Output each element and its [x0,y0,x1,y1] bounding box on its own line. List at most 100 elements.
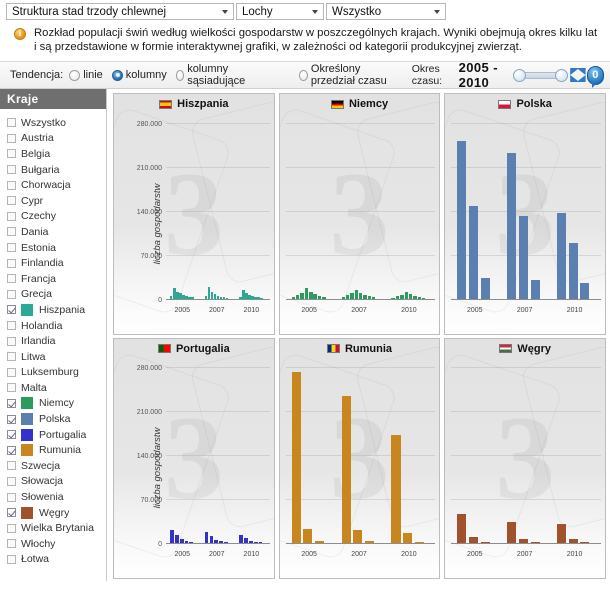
country-item-hiszpania[interactable]: Hiszpania [0,302,106,318]
bar[interactable] [189,542,194,543]
chart-panel-niemcy[interactable]: Niemcy 3 2005 2007 2010 [278,93,441,335]
country-item-wszystko[interactable]: Wszystko [0,115,106,131]
bar[interactable] [182,295,185,299]
bar[interactable] [210,292,214,299]
chart-panel-portugalia[interactable]: Portugalia 3 liczba gospodarstw 0 70.000 140.… [113,337,275,579]
bar[interactable] [184,541,189,543]
country-item-finlandia[interactable]: Finlandia [0,255,106,271]
bar[interactable] [303,529,313,543]
bar[interactable] [239,296,242,299]
radio-option-time-range[interactable]: Określony przedział czasu [299,63,402,87]
country-item-słowacja[interactable]: Słowacja [0,474,106,490]
bar[interactable] [260,297,263,299]
bar[interactable] [248,294,251,299]
bar[interactable] [179,539,184,543]
slider-handle-end[interactable] [555,68,569,82]
chart-panel-hiszpania[interactable]: Hiszpania 3 liczba gospodarstw 0 70.000 140.0… [113,93,275,335]
bar[interactable] [207,286,211,299]
bar[interactable] [204,296,208,299]
bar[interactable] [414,541,424,543]
bar[interactable] [557,213,567,299]
bar[interactable] [244,537,248,543]
bar[interactable] [350,293,354,299]
bar[interactable] [568,243,578,299]
country-item-łotwa[interactable]: Łotwa [0,552,106,568]
checkbox-icon[interactable] [7,383,16,393]
country-item-litwa[interactable]: Litwa [0,349,106,365]
checkbox-icon[interactable] [7,180,16,190]
bar[interactable] [518,216,528,299]
checkbox-checked-icon[interactable] [7,430,16,440]
bar[interactable] [580,282,590,299]
bar[interactable] [408,294,413,299]
bar[interactable] [300,292,304,299]
bar[interactable] [216,295,220,299]
bar[interactable] [367,296,372,299]
bar[interactable] [404,292,408,299]
country-item-portugalia[interactable]: Portugalia [0,427,106,443]
country-item-czechy[interactable]: Czechy [0,209,106,225]
checkbox-icon[interactable] [7,227,16,237]
bar[interactable] [204,531,209,543]
checkbox-icon[interactable] [7,476,16,486]
checkbox-icon[interactable] [7,133,16,143]
country-item-dania[interactable]: Dania [0,224,106,240]
bar[interactable] [413,295,417,299]
checkbox-checked-icon[interactable] [7,305,16,315]
bar[interactable] [363,294,367,299]
bar[interactable] [254,296,257,299]
bar[interactable] [557,524,567,543]
bar[interactable] [253,541,258,543]
bar[interactable] [317,296,322,299]
bar[interactable] [518,539,528,543]
checkbox-checked-icon[interactable] [7,398,16,408]
radio-option-kolumny-sasiadujace[interactable]: kolumny sąsiadujące [175,63,260,87]
bar[interactable] [257,297,260,299]
bar[interactable] [580,542,590,543]
bar[interactable] [322,297,326,299]
bar[interactable] [468,206,479,299]
bar[interactable] [251,296,254,299]
bar[interactable] [468,537,479,543]
checkbox-icon[interactable] [7,367,16,377]
country-item-wielka-brytania[interactable]: Wielka Brytania [0,520,106,536]
bar[interactable] [309,291,313,299]
bar[interactable] [421,297,426,299]
time-range-slider[interactable] [513,68,569,82]
bar[interactable] [219,541,223,543]
chart-panel-rumunia[interactable]: Rumunia 3 2005 2007 2010 [278,337,441,579]
bar[interactable] [314,541,325,543]
bar[interactable] [209,536,214,543]
checkbox-icon[interactable] [7,336,16,346]
bar[interactable] [225,297,229,299]
bar[interactable] [258,542,263,543]
country-item-chorwacja[interactable]: Chorwacja [0,177,106,193]
bar[interactable] [480,278,490,299]
bar[interactable] [341,395,351,543]
bar[interactable] [400,294,404,299]
checkbox-icon[interactable] [7,523,16,533]
country-item-włochy[interactable]: Włochy [0,536,106,552]
bar[interactable] [174,534,179,543]
country-item-polska[interactable]: Polska [0,411,106,427]
bar[interactable] [353,530,363,543]
structure-select[interactable]: Struktura stad trzody chlewnej [6,3,234,20]
checkbox-checked-icon[interactable] [7,414,16,424]
bar[interactable] [191,297,194,299]
bar[interactable] [313,294,317,299]
checkbox-icon[interactable] [7,118,16,128]
bar[interactable] [507,152,517,299]
radio-option-kolumny[interactable]: kolumny [111,69,167,81]
bar[interactable] [224,542,228,543]
bar[interactable] [176,291,179,299]
bar[interactable] [395,296,400,299]
bar[interactable] [291,372,301,543]
bar[interactable] [304,288,309,299]
bar[interactable] [219,296,223,299]
bar[interactable] [188,296,191,299]
bar[interactable] [245,292,248,299]
checkbox-checked-icon[interactable] [7,445,16,455]
country-item-węgry[interactable]: Węgry [0,505,106,521]
bar[interactable] [345,295,350,299]
bar[interactable] [296,294,300,299]
